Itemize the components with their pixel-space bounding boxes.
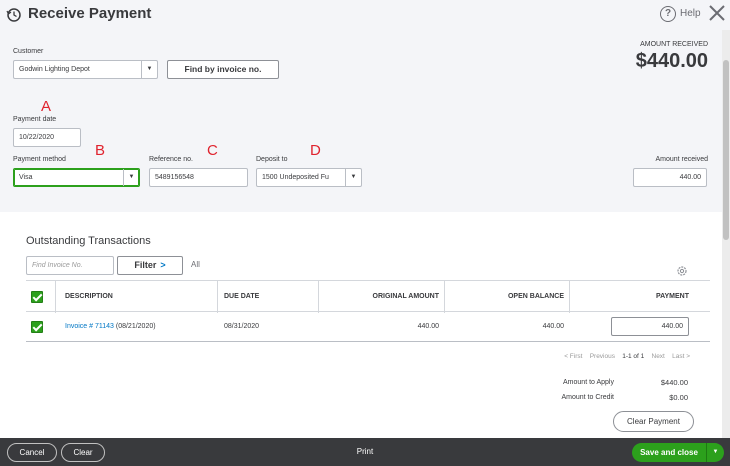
row-due-date: 08/31/2020	[224, 323, 260, 330]
amount-received-total: $440.00	[635, 50, 708, 72]
pager-range: 1-1 of 1	[622, 353, 645, 360]
row-description: Invoice # 71143 (08/21/2020)	[65, 312, 156, 341]
filter-label: Filter	[134, 260, 157, 270]
amount-to-apply-label: Amount to Apply	[563, 379, 614, 386]
chevron-down-icon[interactable]: ▼	[345, 169, 361, 186]
page-title: Receive Payment	[28, 5, 152, 22]
annotation-d: D	[310, 142, 321, 159]
pagination: < First Previous 1-1 of 1 Next Last >	[520, 353, 690, 360]
close-icon[interactable]	[708, 4, 726, 22]
amount-to-credit-value: $0.00	[669, 393, 688, 402]
row-payment-input[interactable]: 440.00	[611, 317, 689, 336]
scrollbar-thumb[interactable]	[723, 60, 729, 240]
deposit-to-select[interactable]: 1500 Undeposited Fu ▼	[256, 168, 362, 187]
col-due-date[interactable]: DUE DATE	[224, 281, 259, 311]
annotation-b: B	[95, 142, 106, 159]
col-payment[interactable]: PAYMENT	[569, 281, 689, 311]
deposit-to-value: 1500 Undeposited Fu	[262, 174, 329, 181]
annotation-a: A	[41, 98, 52, 115]
annotation-c: C	[207, 142, 218, 159]
select-all-checkbox[interactable]	[31, 291, 43, 303]
amount-received-label: Amount received	[655, 156, 708, 163]
row-original-amount: 440.00	[417, 323, 439, 330]
payment-date-field[interactable]: 10/22/2020	[13, 128, 81, 147]
col-original-amount[interactable]: ORIGINAL AMOUNT	[318, 281, 440, 311]
col-description[interactable]: DESCRIPTION	[65, 281, 113, 311]
amount-received-heading: AMOUNT RECEIVED	[640, 41, 708, 48]
help-icon[interactable]: ?	[660, 6, 676, 22]
deposit-to-label: Deposit to	[256, 156, 288, 163]
header: Receive Payment ? Help	[0, 0, 730, 30]
filter-button[interactable]: Filter >	[117, 256, 183, 275]
pager-next[interactable]: Next	[652, 353, 665, 360]
invoice-date: (08/21/2020)	[113, 323, 156, 330]
col-open-balance[interactable]: OPEN BALANCE	[444, 281, 564, 311]
pager-previous[interactable]: Previous	[590, 353, 615, 360]
amount-to-credit-label: Amount to Credit	[561, 394, 614, 401]
pager-first[interactable]: < First	[564, 353, 582, 360]
table-header-row: DESCRIPTION DUE DATE ORIGINAL AMOUNT OPE…	[26, 280, 710, 313]
footer-bar: Cancel Clear Print Save and close ▼	[0, 438, 730, 466]
payment-method-value: Visa	[19, 174, 33, 181]
amount-to-apply-value: $440.00	[660, 378, 688, 387]
print-button[interactable]: Print	[340, 447, 390, 456]
save-and-close-button[interactable]: Save and close ▼	[632, 443, 724, 462]
chevron-down-icon[interactable]: ▼	[123, 169, 139, 186]
reference-label: Reference no.	[149, 156, 193, 163]
chevron-right-icon: >	[160, 260, 166, 270]
invoice-link[interactable]: Invoice # 71143	[65, 323, 114, 330]
scrollbar[interactable]	[722, 30, 730, 438]
payment-date-label: Payment date	[13, 116, 57, 123]
gear-icon[interactable]	[676, 265, 688, 277]
payment-method-select[interactable]: Visa ▼	[13, 168, 140, 187]
payment-method-label: Payment method	[13, 156, 66, 163]
outstanding-transactions-panel: Outstanding Transactions Find Invoice No…	[0, 212, 722, 438]
find-invoice-input[interactable]: Find Invoice No.	[26, 256, 114, 275]
customer-label: Customer	[13, 48, 44, 55]
customer-select[interactable]: Godwin Lighting Depot ▼	[13, 60, 158, 79]
help-link[interactable]: Help	[680, 8, 701, 19]
table-row: Invoice # 71143 (08/21/2020) 08/31/2020 …	[26, 312, 710, 342]
customer-value: Godwin Lighting Depot	[19, 66, 90, 73]
all-filter-label: All	[191, 260, 200, 269]
history-icon[interactable]	[6, 7, 22, 23]
cancel-button[interactable]: Cancel	[7, 443, 57, 462]
clear-button[interactable]: Clear	[61, 443, 105, 462]
chevron-down-icon[interactable]: ▼	[141, 61, 157, 78]
clear-payment-button[interactable]: Clear Payment	[613, 411, 694, 432]
chevron-down-icon[interactable]: ▼	[706, 443, 724, 462]
find-by-invoice-button[interactable]: Find by invoice no.	[167, 60, 279, 79]
section-title: Outstanding Transactions	[26, 235, 151, 247]
amount-received-field[interactable]: 440.00	[633, 168, 707, 187]
reference-field[interactable]: 5489156548	[149, 168, 248, 187]
save-and-close-label: Save and close	[640, 448, 698, 457]
row-open-balance: 440.00	[542, 323, 564, 330]
pager-last[interactable]: Last >	[672, 353, 690, 360]
row-checkbox[interactable]	[31, 321, 43, 333]
